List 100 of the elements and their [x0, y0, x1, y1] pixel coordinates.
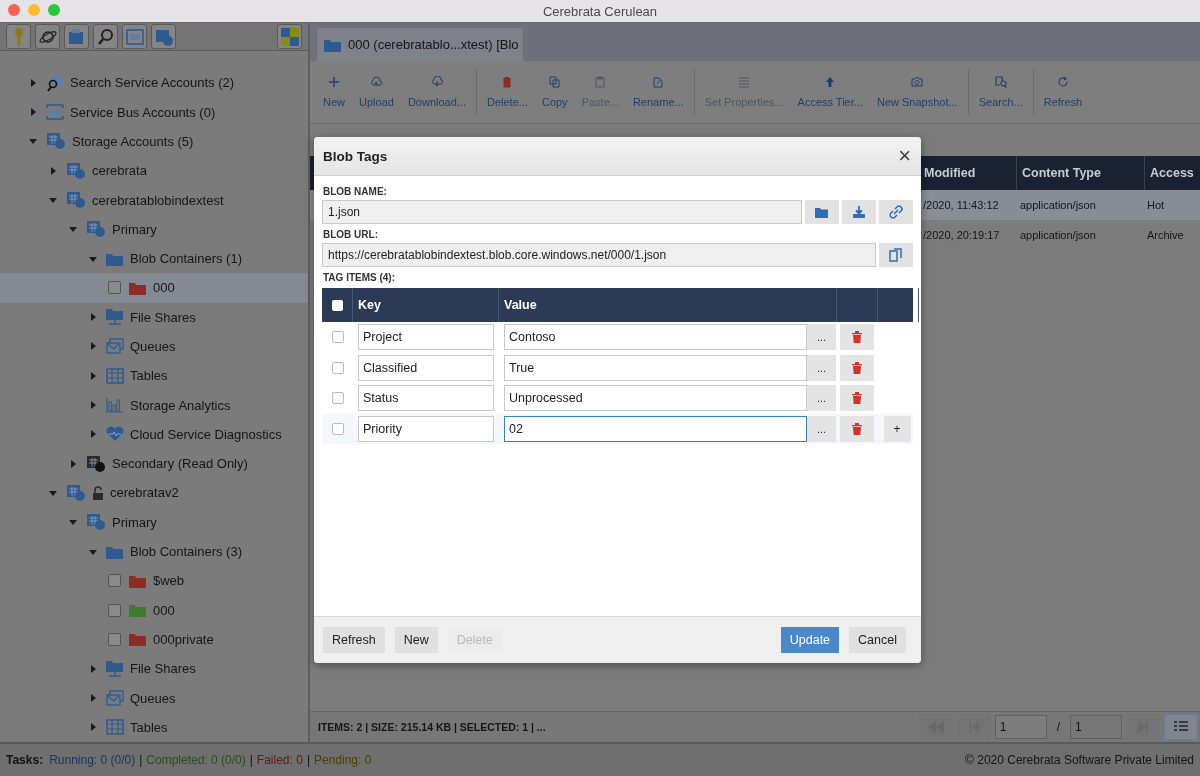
key-field[interactable]: Status — [358, 385, 494, 412]
trash-icon[interactable] — [840, 415, 874, 442]
checkbox[interactable] — [108, 632, 121, 646]
checkbox[interactable] — [331, 331, 344, 344]
tree-item[interactable]: $web — [153, 573, 185, 589]
tree-item[interactable]: Tables — [130, 719, 168, 735]
download-icon[interactable] — [842, 200, 876, 224]
task-count: Running: 0 (0/0) — [49, 753, 136, 767]
collapsed-arrow-icon[interactable] — [28, 77, 38, 88]
toolbar-button[interactable]: Delete... — [479, 61, 535, 123]
expanded-arrow-icon[interactable] — [48, 195, 58, 205]
tab[interactable]: 000 (cerebratablo...xtest) [Blo — [317, 28, 523, 61]
blob-url-field[interactable]: https://cerebratablobindextest.blob.core.windows.net/000/1.json — [322, 243, 876, 267]
value-field[interactable]: Unprocessed — [504, 385, 807, 412]
tree-item[interactable]: cerebrata — [92, 163, 147, 179]
column-header: Key — [353, 288, 499, 322]
table-cell-text: application/json — [1019, 228, 1097, 243]
key-field[interactable]: Classified — [358, 354, 494, 381]
value-field[interactable]: 02 — [504, 415, 807, 442]
status-text: ITEMS: 2 | SIZE: 215.14 KB | SELECTED: 1 | ... — [317, 721, 546, 733]
value-field[interactable]: Contoso — [504, 324, 807, 351]
tree-item[interactable]: Blob Containers (3) — [130, 544, 242, 560]
collapsed-arrow-icon[interactable] — [28, 107, 38, 118]
more-button[interactable]: ... — [807, 385, 836, 412]
tree-item[interactable]: 000 — [153, 602, 175, 618]
link-icon[interactable] — [879, 200, 913, 224]
key-field[interactable]: Project — [358, 324, 494, 351]
close-button[interactable]: × — [896, 145, 913, 167]
blob-name-field[interactable]: 1.json — [322, 200, 802, 224]
copy-icon[interactable] — [879, 243, 913, 267]
add-button[interactable]: + — [883, 415, 911, 442]
toolbar-button[interactable]: Copy — [534, 61, 575, 123]
tree-item[interactable]: 000private — [153, 631, 214, 647]
tree-item[interactable]: Service Bus Accounts (0) — [70, 104, 216, 120]
tree-item[interactable]: Primary — [112, 221, 157, 237]
checkbox[interactable] — [108, 603, 121, 617]
storage-account-icon — [86, 454, 106, 473]
toolbar-button[interactable]: Refresh — [1036, 61, 1090, 123]
tree-item[interactable]: Queues — [130, 339, 176, 354]
more-button[interactable]: ... — [807, 324, 836, 351]
collapsed-arrow-icon[interactable] — [88, 312, 98, 323]
collapsed-arrow-icon[interactable] — [88, 722, 98, 733]
trash-icon[interactable] — [840, 385, 874, 412]
tree-item[interactable]: Tables — [130, 368, 168, 384]
trash-icon[interactable] — [840, 354, 874, 381]
checkbox[interactable] — [331, 392, 344, 405]
tree-item[interactable]: 000 — [153, 280, 175, 296]
toolbar-button[interactable]: New — [316, 61, 352, 123]
table-cell-text: /2020, 11:43:12 — [922, 198, 1000, 213]
tree-item[interactable]: Primary — [112, 514, 157, 530]
tree-item[interactable]: cerebratablobindextest — [92, 192, 224, 208]
folder-icon[interactable] — [805, 200, 839, 224]
tree-item[interactable]: Blob Containers (1) — [130, 251, 242, 267]
toolbar-button[interactable]: Download... — [400, 61, 473, 123]
total-pages-field[interactable]: 1 — [1070, 715, 1122, 739]
collapsed-arrow-icon[interactable] — [88, 341, 98, 352]
toolbar-button[interactable]: New Snapshot... — [869, 61, 965, 123]
collapsed-arrow-icon[interactable] — [88, 400, 98, 411]
envelopes-icon — [106, 690, 124, 707]
more-button[interactable]: ... — [807, 415, 836, 442]
collapsed-arrow-icon[interactable] — [48, 165, 58, 176]
tree-item[interactable]: Storage Accounts (5) — [72, 133, 194, 149]
collapsed-arrow-icon[interactable] — [88, 429, 98, 440]
checkbox[interactable] — [108, 281, 121, 295]
task-count: Pending: 0 — [314, 753, 372, 767]
planet-icon[interactable] — [35, 24, 60, 50]
collapsed-arrow-icon[interactable] — [88, 370, 98, 381]
key-field[interactable]: Priority — [358, 415, 494, 442]
trash-icon[interactable] — [840, 324, 874, 351]
toolbar-button[interactable]: Access Tier... — [790, 61, 870, 123]
close-window-button[interactable] — [8, 4, 20, 16]
collapsed-arrow-icon[interactable] — [68, 458, 78, 469]
select-all-checkbox[interactable] — [331, 299, 343, 311]
toolbar-button[interactable]: Rename... — [625, 61, 691, 123]
tree-item[interactable]: Storage Analytics — [130, 397, 231, 413]
more-button[interactable]: ... — [807, 354, 836, 381]
toolbar-button[interactable]: Search... — [971, 61, 1030, 123]
tree-item[interactable]: Secondary (Read Only) — [112, 456, 248, 472]
checkbox[interactable] — [331, 422, 344, 435]
tree-item[interactable]: Queues — [130, 690, 176, 706]
dialog-button[interactable]: Update — [780, 627, 840, 653]
toolbar-button[interactable]: Upload — [352, 61, 401, 123]
list-view-button[interactable] — [1164, 714, 1198, 740]
tree-item[interactable]: File Shares — [130, 661, 196, 677]
dialog-button[interactable]: Cancel — [849, 627, 906, 653]
checkbox[interactable] — [108, 574, 121, 588]
tree-item[interactable]: Search Service Accounts (2) — [70, 75, 235, 91]
collapsed-arrow-icon[interactable] — [88, 663, 98, 674]
tree-item[interactable]: cerebratav2 — [110, 485, 179, 501]
tiles-icon[interactable] — [277, 24, 302, 50]
section-label: TAG ITEMS (4): — [323, 272, 397, 283]
page-field[interactable]: 1 — [994, 715, 1047, 739]
dialog-button[interactable]: New — [394, 627, 438, 653]
dialog-button[interactable]: Refresh — [323, 627, 385, 653]
checkbox[interactable] — [331, 361, 344, 374]
tree-item[interactable]: Cloud Service Diagnostics — [130, 426, 282, 442]
tree-item[interactable]: File Shares — [130, 309, 196, 325]
collapsed-arrow-icon[interactable] — [88, 693, 98, 704]
value-field[interactable]: True — [504, 354, 807, 381]
search-icon[interactable] — [93, 24, 118, 50]
